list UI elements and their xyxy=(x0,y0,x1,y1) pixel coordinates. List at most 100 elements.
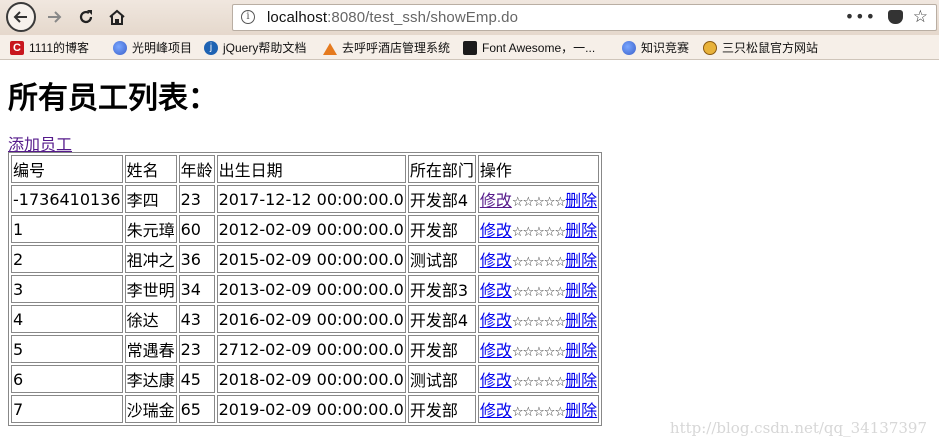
cell-dept: 开发部4 xyxy=(407,305,476,333)
delete-link[interactable]: 删除 xyxy=(565,251,597,270)
csdn-icon: C xyxy=(10,40,24,55)
bookmark-item[interactable]: Font Awesome，一... xyxy=(463,39,595,56)
delete-link[interactable]: 删除 xyxy=(565,281,597,300)
cell-dept: 开发部 xyxy=(407,335,476,363)
back-button[interactable] xyxy=(6,2,36,32)
cell-dept: 开发部3 xyxy=(407,275,476,303)
cell-actions: 修改☆☆☆☆☆删除 xyxy=(477,215,600,243)
edit-link[interactable]: 修改 xyxy=(480,401,512,420)
bookmark-item[interactable]: 知识竞赛 xyxy=(622,39,689,56)
cell-name: 李四 xyxy=(124,185,177,213)
reload-button[interactable] xyxy=(72,3,100,31)
bookmark-item[interactable]: 三只松鼠官方网站 xyxy=(703,39,818,56)
cell-age: 23 xyxy=(178,185,215,213)
table-row: 2 祖冲之 36 2015-02-09 00:00:00.0 测试部 修改☆☆☆… xyxy=(11,245,600,273)
globe-icon xyxy=(113,40,127,55)
bookmark-label: 1111的博客 xyxy=(29,41,90,55)
rating-stars: ☆☆☆☆☆ xyxy=(511,345,566,360)
bookmark-item[interactable]: 去呼呼酒店管理系统 xyxy=(323,39,450,56)
cell-dept: 测试部 xyxy=(407,245,476,273)
table-header-row: 编号 姓名 年龄 出生日期 所在部门 操作 xyxy=(11,155,600,183)
edit-link[interactable]: 修改 xyxy=(480,341,512,360)
edit-link[interactable]: 修改 xyxy=(480,371,512,390)
column-header: 年龄 xyxy=(178,155,215,183)
bookmark-item[interactable]: 光明峰项目 xyxy=(113,39,192,56)
page-actions-menu[interactable]: ••• xyxy=(845,7,876,26)
cell-name: 常遇春 xyxy=(124,335,177,363)
squirrel-icon xyxy=(703,40,717,55)
delete-link[interactable]: 删除 xyxy=(565,341,597,360)
cell-name: 祖冲之 xyxy=(124,245,177,273)
home-button[interactable] xyxy=(103,3,131,31)
bookmark-label: 光明峰项目 xyxy=(132,41,193,55)
employee-table: 编号 姓名 年龄 出生日期 所在部门 操作 -1736410136 李四 23 … xyxy=(8,152,603,426)
delete-link[interactable]: 删除 xyxy=(565,401,597,420)
edit-link[interactable]: 修改 xyxy=(480,191,512,210)
delete-link[interactable]: 删除 xyxy=(565,371,597,390)
bookmark-label: 去呼呼酒店管理系统 xyxy=(342,41,451,55)
bookmark-item[interactable]: C 1111的博客 xyxy=(10,39,89,56)
bookmark-item[interactable]: j jQuery帮助文档 xyxy=(204,39,306,56)
table-row: 1 朱元璋 60 2012-02-09 00:00:00.0 开发部 修改☆☆☆… xyxy=(11,215,600,243)
cell-birth: 2019-02-09 00:00:00.0 xyxy=(216,395,406,423)
cell-name: 徐达 xyxy=(124,305,177,333)
cell-actions: 修改☆☆☆☆☆删除 xyxy=(477,275,600,303)
bookmark-label: Font Awesome，一... xyxy=(482,41,596,55)
watermark: http://blog.csdn.net/qq_34137397 xyxy=(669,419,927,437)
edit-link[interactable]: 修改 xyxy=(480,221,512,240)
font-awesome-icon xyxy=(463,40,477,55)
home-icon xyxy=(109,9,125,25)
cell-actions: 修改☆☆☆☆☆删除 xyxy=(477,245,600,273)
delete-link[interactable]: 删除 xyxy=(565,191,597,210)
edit-link[interactable]: 修改 xyxy=(480,251,512,270)
house-icon xyxy=(323,41,337,55)
cell-name: 沙瑞金 xyxy=(124,395,177,423)
cell-name: 李达康 xyxy=(124,365,177,393)
cell-id: -1736410136 xyxy=(11,185,123,213)
cell-birth: 2712-02-09 00:00:00.0 xyxy=(216,335,406,363)
cell-dept: 开发部 xyxy=(407,395,476,423)
delete-link[interactable]: 删除 xyxy=(565,311,597,330)
delete-link[interactable]: 删除 xyxy=(565,221,597,240)
bookmarks-bar: C 1111的博客 光明峰项目 j jQuery帮助文档 去呼呼酒店管理系统 F… xyxy=(0,35,939,60)
cell-id: 6 xyxy=(11,365,123,393)
site-info-icon[interactable]: i xyxy=(241,10,255,24)
column-header: 姓名 xyxy=(124,155,177,183)
cell-birth: 2013-02-09 00:00:00.0 xyxy=(216,275,406,303)
cell-id: 7 xyxy=(11,395,123,423)
cell-dept: 测试部 xyxy=(407,365,476,393)
column-header: 出生日期 xyxy=(216,155,406,183)
pocket-icon[interactable] xyxy=(888,10,903,24)
cell-age: 34 xyxy=(178,275,215,303)
rating-stars: ☆☆☆☆☆ xyxy=(511,195,566,210)
cell-age: 60 xyxy=(178,215,215,243)
rating-stars: ☆☆☆☆☆ xyxy=(511,225,566,240)
rating-stars: ☆☆☆☆☆ xyxy=(511,315,566,330)
back-arrow-icon xyxy=(13,11,27,23)
jquery-icon: j xyxy=(204,40,218,55)
page-title: 所有员工列表： xyxy=(8,81,218,116)
bookmark-label: 三只松鼠官方网站 xyxy=(722,41,819,55)
cell-id: 4 xyxy=(11,305,123,333)
rating-stars: ☆☆☆☆☆ xyxy=(511,405,566,420)
rating-stars: ☆☆☆☆☆ xyxy=(511,255,566,270)
url-text: localhost:8080/test_ssh/showEmp.do xyxy=(267,9,519,26)
edit-link[interactable]: 修改 xyxy=(480,311,512,330)
address-bar[interactable]: i localhost:8080/test_ssh/showEmp.do •••… xyxy=(232,4,937,31)
forward-button[interactable] xyxy=(40,3,68,31)
cell-dept: 开发部4 xyxy=(407,185,476,213)
column-header: 编号 xyxy=(11,155,123,183)
column-header: 操作 xyxy=(477,155,600,183)
cell-actions: 修改☆☆☆☆☆删除 xyxy=(477,365,600,393)
cell-birth: 2016-02-09 00:00:00.0 xyxy=(216,305,406,333)
cell-age: 43 xyxy=(178,305,215,333)
cell-name: 朱元璋 xyxy=(124,215,177,243)
cell-actions: 修改☆☆☆☆☆删除 xyxy=(477,305,600,333)
edit-link[interactable]: 修改 xyxy=(480,281,512,300)
cell-dept: 开发部 xyxy=(407,215,476,243)
reload-icon xyxy=(79,10,93,24)
rating-stars: ☆☆☆☆☆ xyxy=(511,375,566,390)
cell-age: 45 xyxy=(178,365,215,393)
bookmark-star-icon[interactable]: ☆ xyxy=(913,7,928,27)
cell-age: 23 xyxy=(178,335,215,363)
